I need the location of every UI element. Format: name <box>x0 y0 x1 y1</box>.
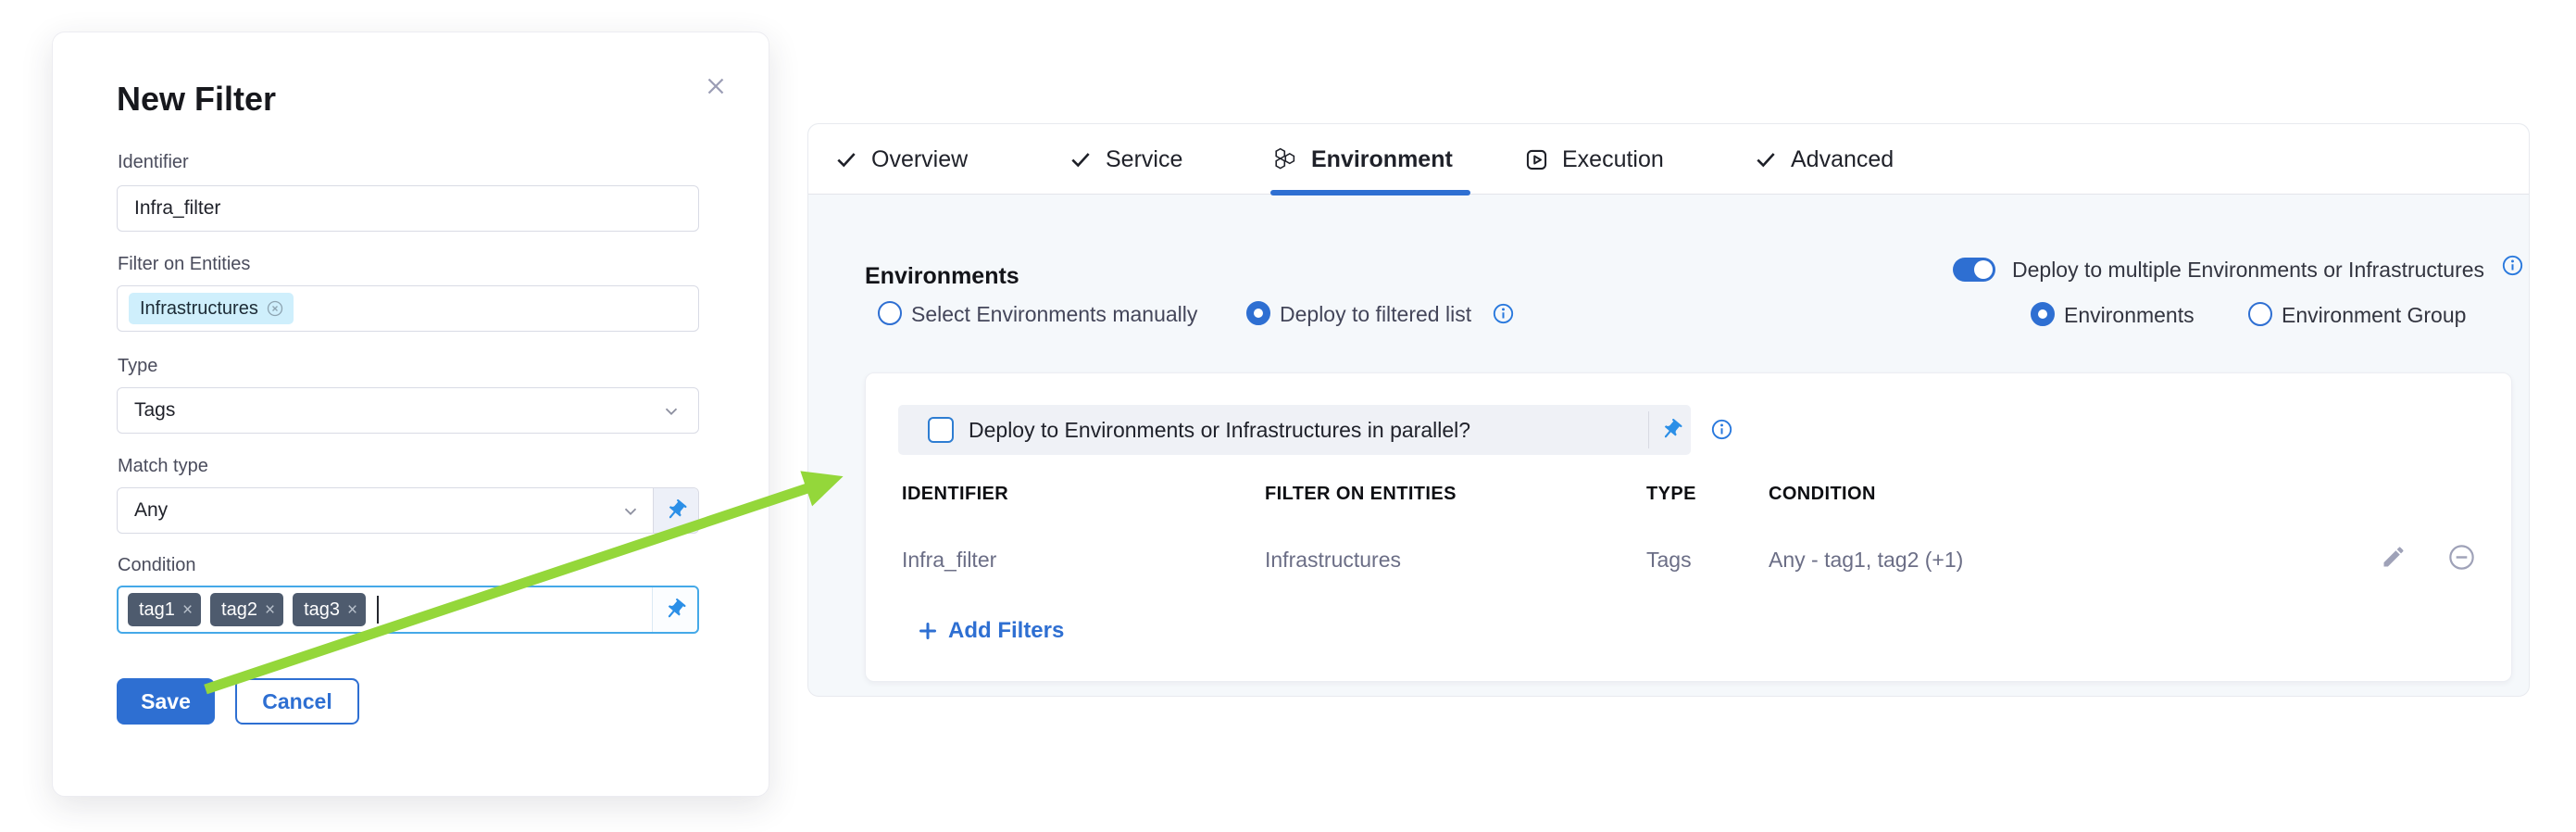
tag-chip[interactable]: tag1 × <box>128 593 201 626</box>
condition-input[interactable]: tag1 × tag2 × tag3 × <box>117 586 699 634</box>
environments-heading: Environments <box>865 261 1019 291</box>
col-header-condition: CONDITION <box>1769 483 1876 505</box>
chevron-down-icon <box>620 501 641 522</box>
stage-config-panel: Overview Service Environment <box>807 123 2530 697</box>
deploy-filtered-radio[interactable] <box>1246 301 1270 325</box>
tag-remove-icon[interactable]: × <box>182 601 193 619</box>
match-type-pin-button[interactable] <box>653 488 698 533</box>
row-entities: Infrastructures <box>1265 547 1401 573</box>
condition-label: Condition <box>118 554 196 576</box>
pushpin-icon <box>663 598 687 622</box>
select-manually-label: Select Environments manually <box>911 301 1197 327</box>
tag-remove-icon[interactable]: × <box>347 601 357 619</box>
entities-input[interactable]: Infrastructures <box>117 285 699 332</box>
edit-filter-button[interactable] <box>2381 544 2407 570</box>
tag-chip[interactable]: tag2 × <box>210 593 283 626</box>
check-icon <box>1069 147 1093 171</box>
identifier-label: Identifier <box>118 151 189 173</box>
check-icon <box>1754 147 1778 171</box>
tab-label: Execution <box>1562 146 1664 173</box>
entities-chip-label: Infrastructures <box>140 298 258 320</box>
new-filter-modal: New Filter Identifier Filter on Entities… <box>52 32 769 797</box>
row-identifier: Infra_filter <box>902 547 996 573</box>
tab-service[interactable]: Service <box>1069 124 1182 195</box>
match-type-select-value: Any <box>134 499 168 522</box>
type-select-value: Tags <box>134 399 175 422</box>
text-caret <box>377 596 379 624</box>
toggle-knob <box>1974 260 1993 279</box>
tab-environment[interactable]: Environment <box>1272 124 1453 195</box>
col-header-identifier: IDENTIFIER <box>902 483 1008 505</box>
info-icon[interactable] <box>1492 302 1515 325</box>
multi-env-toggle[interactable] <box>1953 258 1995 282</box>
deploy-filtered-label: Deploy to filtered list <box>1280 301 1471 327</box>
tab-advanced[interactable]: Advanced <box>1754 124 1894 195</box>
environment-icon <box>1272 146 1298 172</box>
cancel-button[interactable]: Cancel <box>235 678 359 725</box>
environment-group-radio[interactable] <box>2248 302 2272 326</box>
type-select[interactable]: Tags <box>117 387 699 434</box>
parallel-checkbox[interactable] <box>928 417 954 443</box>
tab-execution[interactable]: Execution <box>1524 124 1664 195</box>
tag-label: tag3 <box>304 599 340 621</box>
add-filters-button[interactable]: Add Filters <box>917 618 1064 644</box>
save-button[interactable]: Save <box>117 678 215 725</box>
match-type-select[interactable]: Any <box>117 487 699 534</box>
add-filters-label: Add Filters <box>948 618 1064 644</box>
tag-label: tag1 <box>139 599 175 621</box>
environments-radio-label: Environments <box>2064 302 2195 328</box>
chip-remove-icon[interactable] <box>266 299 284 318</box>
multi-env-toggle-label: Deploy to multiple Environments or Infra… <box>2012 257 2484 283</box>
environments-radio[interactable] <box>2031 302 2055 326</box>
close-icon <box>702 72 730 100</box>
condition-pin-button[interactable] <box>652 587 697 632</box>
page: New Filter Identifier Filter on Entities… <box>0 0 2576 832</box>
modal-title: New Filter <box>117 81 276 118</box>
tag-chip[interactable]: tag3 × <box>293 593 366 626</box>
type-label: Type <box>118 355 157 377</box>
parallel-checkbox-label: Deploy to Environments or Infrastructure… <box>969 417 1470 443</box>
tab-label: Environment <box>1311 146 1453 173</box>
check-icon <box>834 147 858 171</box>
remove-filter-button[interactable] <box>2447 543 2476 572</box>
chevron-down-icon <box>661 401 682 422</box>
execution-icon <box>1524 147 1549 172</box>
environment-group-radio-label: Environment Group <box>2282 302 2466 328</box>
parallel-info-icon[interactable] <box>1710 418 1733 441</box>
match-type-label: Match type <box>118 455 208 477</box>
tab-label: Advanced <box>1791 146 1894 173</box>
plus-icon <box>917 620 939 642</box>
info-icon[interactable] <box>2501 254 2524 277</box>
pushpin-icon <box>664 498 688 523</box>
entities-chip[interactable]: Infrastructures <box>129 293 294 324</box>
active-tab-underline <box>1270 190 1470 195</box>
tag-label: tag2 <box>221 599 257 621</box>
col-header-entities: FILTER ON ENTITIES <box>1265 483 1457 505</box>
entities-label: Filter on Entities <box>118 253 250 275</box>
select-manually-radio[interactable] <box>878 301 902 325</box>
parallel-pin-button[interactable] <box>1659 418 1683 442</box>
tab-overview[interactable]: Overview <box>834 124 968 195</box>
identifier-input[interactable] <box>117 185 699 232</box>
tab-label: Service <box>1106 146 1182 173</box>
filters-card: Deploy to Environments or Infrastructure… <box>865 372 2512 682</box>
divider <box>1648 411 1649 448</box>
stage-tabbar: Overview Service Environment <box>808 124 2529 195</box>
row-condition: Any - tag1, tag2 (+1) <box>1769 547 1963 573</box>
col-header-type: TYPE <box>1646 483 1696 505</box>
tag-remove-icon[interactable]: × <box>265 601 275 619</box>
tab-label: Overview <box>871 146 968 173</box>
parallel-strip: Deploy to Environments or Infrastructure… <box>898 405 1691 455</box>
row-type: Tags <box>1646 547 1692 573</box>
close-button[interactable] <box>699 69 732 103</box>
